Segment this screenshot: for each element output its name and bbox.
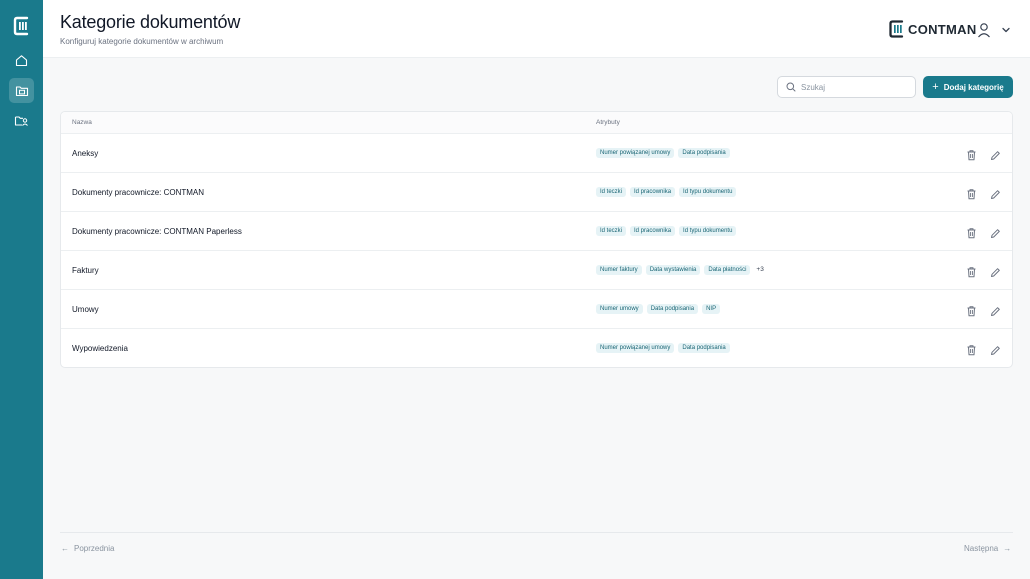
page-title: Kategorie dokumentów bbox=[60, 12, 241, 32]
attribute-tag: NIP bbox=[702, 304, 721, 314]
edit-pencil-icon[interactable] bbox=[990, 265, 1001, 277]
sidebar bbox=[0, 0, 43, 579]
attribute-tag: Id pracownika bbox=[630, 187, 676, 197]
edit-pencil-icon[interactable] bbox=[990, 304, 1001, 316]
chevron-down-icon[interactable] bbox=[1001, 25, 1011, 35]
contman-logo-icon[interactable] bbox=[13, 16, 30, 36]
attribute-tag: Numer faktury bbox=[596, 265, 642, 275]
add-category-label: Dodaj kategorię bbox=[943, 82, 1004, 92]
attribute-tag: Data podpisania bbox=[646, 304, 699, 314]
attribute-tag: Numer powiązanej umowy bbox=[596, 343, 675, 353]
column-header-name: Nazwa bbox=[72, 119, 92, 126]
attribute-tag: Data podpisania bbox=[678, 148, 730, 158]
attribute-tag: Numer powiązanej umowy bbox=[596, 148, 675, 158]
category-name: Dokumenty pracownicze: CONTMAN Paperless bbox=[72, 227, 242, 236]
attribute-tags: Numer faktury Data wystawienia Data płatno… bbox=[596, 265, 766, 275]
attribute-tag: Id typu dokumentu bbox=[679, 187, 737, 197]
page-header: Kategorie dokumentów Konfiguruj kategori… bbox=[43, 0, 1030, 58]
plus-icon: + bbox=[932, 80, 939, 93]
user-icon[interactable] bbox=[977, 22, 991, 38]
arrow-right-icon: → bbox=[1003, 544, 1012, 553]
table-row[interactable]: Dokumenty pracownicze: CONTMAN Paperless… bbox=[61, 212, 1012, 251]
folder-users-icon bbox=[14, 116, 28, 126]
attribute-tags: Numer powiązanej umowy Data podpisania bbox=[596, 343, 730, 353]
category-name: Faktury bbox=[72, 266, 99, 275]
table-row[interactable]: Umowy Numer umowy Data podpisania NIP bbox=[61, 290, 1012, 329]
categories-table: Nazwa Atrybuty Aneksy Numer powiązanej um… bbox=[60, 111, 1013, 368]
trash-icon[interactable] bbox=[966, 226, 977, 239]
next-page-button[interactable]: Następna → bbox=[964, 544, 1011, 553]
attribute-tags: Id teczki Id pracownika Id typu dokumentu bbox=[596, 226, 737, 236]
contman-logo-icon bbox=[889, 20, 904, 38]
more-attributes-count[interactable]: +3 bbox=[754, 265, 765, 275]
table-row[interactable]: Aneksy Numer powiązanej umowy Data podpisa… bbox=[61, 134, 1012, 173]
edit-pencil-icon[interactable] bbox=[990, 226, 1001, 238]
category-name: Umowy bbox=[72, 305, 99, 314]
attribute-tags: Id teczki Id pracownika Id typu dokumentu bbox=[596, 187, 737, 197]
brand-name: CONTMAN bbox=[908, 21, 977, 37]
trash-icon[interactable] bbox=[966, 187, 977, 200]
page-subtitle: Konfiguruj kategorie dokumentów w archiw… bbox=[60, 37, 224, 46]
attribute-tags: Numer umowy Data podpisania NIP bbox=[596, 304, 721, 314]
previous-page-label: Poprzednia bbox=[74, 544, 115, 553]
attribute-tag: Data płatności bbox=[704, 265, 751, 275]
table-header: Nazwa Atrybuty bbox=[61, 112, 1012, 134]
sidebar-item-documents[interactable] bbox=[9, 78, 34, 103]
previous-page-button[interactable]: ← Poprzednia bbox=[61, 544, 114, 553]
attribute-tag: Id typu dokumentu bbox=[679, 226, 737, 236]
column-header-attributes: Atrybuty bbox=[596, 119, 620, 126]
category-name: Aneksy bbox=[72, 149, 99, 158]
home-icon bbox=[15, 55, 28, 67]
category-name: Dokumenty pracownicze: CONTMAN bbox=[72, 188, 205, 197]
edit-pencil-icon[interactable] bbox=[990, 187, 1001, 199]
edit-pencil-icon[interactable] bbox=[990, 343, 1001, 355]
trash-icon[interactable] bbox=[966, 148, 977, 161]
search-icon bbox=[786, 82, 796, 92]
edit-pencil-icon[interactable] bbox=[990, 148, 1001, 160]
sidebar-item-employees[interactable] bbox=[9, 108, 34, 133]
trash-icon[interactable] bbox=[966, 304, 977, 317]
next-page-label: Następna bbox=[964, 544, 999, 553]
add-category-button[interactable]: + Dodaj kategorię bbox=[923, 76, 1013, 98]
attribute-tag: Data wystawienia bbox=[645, 265, 701, 275]
attribute-tag: Id teczki bbox=[596, 226, 627, 236]
trash-icon[interactable] bbox=[966, 343, 977, 356]
table-row[interactable]: Dokumenty pracownicze: CONTMAN Id teczki I… bbox=[61, 173, 1012, 212]
table-row[interactable]: Wypowiedzenia Numer powiązanej umowy Data … bbox=[61, 329, 1012, 367]
brand-logo: CONTMAN bbox=[889, 20, 977, 38]
table-row[interactable]: Faktury Numer faktury Data wystawienia Data… bbox=[61, 251, 1012, 290]
search-field[interactable] bbox=[777, 76, 916, 98]
category-name: Wypowiedzenia bbox=[72, 344, 128, 353]
arrow-left-icon: ← bbox=[61, 544, 69, 553]
sidebar-item-home[interactable] bbox=[9, 48, 34, 73]
attribute-tag: Numer umowy bbox=[596, 304, 643, 314]
trash-icon[interactable] bbox=[966, 265, 977, 278]
folder-documents-icon bbox=[15, 86, 28, 97]
attribute-tag: Data podpisania bbox=[678, 343, 730, 353]
search-input[interactable] bbox=[801, 82, 901, 92]
attribute-tag: Id teczki bbox=[596, 187, 627, 197]
pagination-divider bbox=[60, 532, 1013, 533]
attribute-tags: Numer powiązanej umowy Data podpisania bbox=[596, 148, 730, 158]
attribute-tag: Id pracownika bbox=[630, 226, 676, 236]
